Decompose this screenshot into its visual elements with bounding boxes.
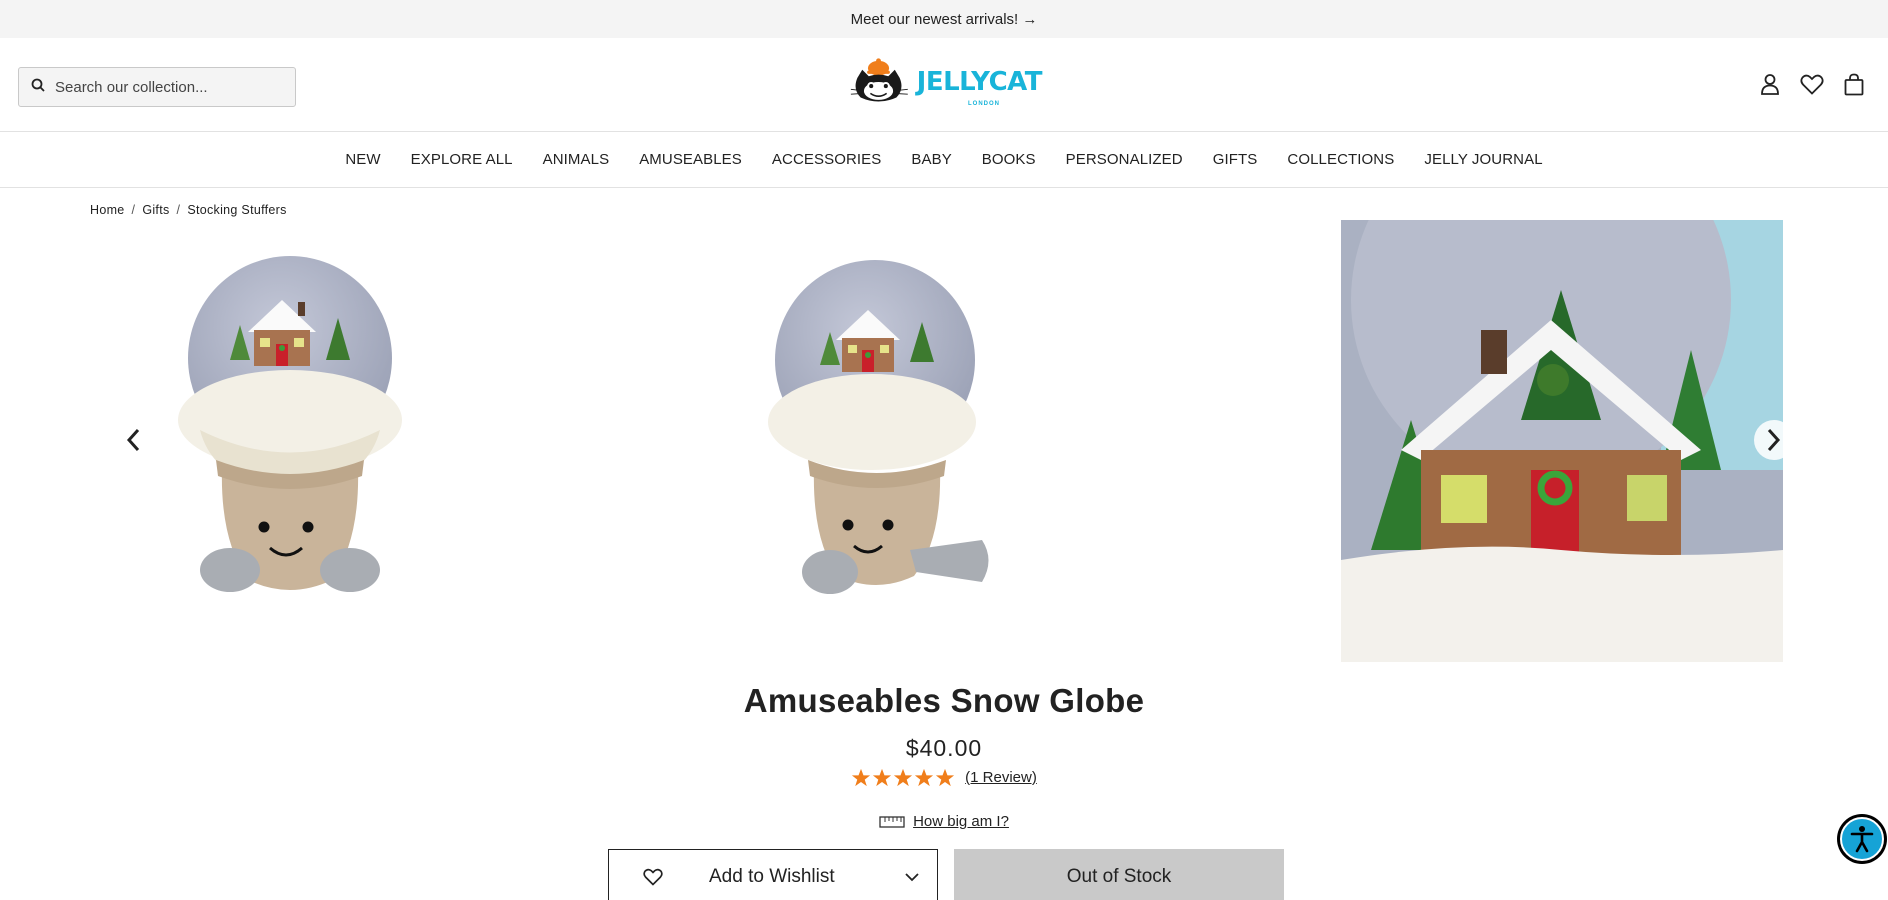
breadcrumb-separator: / xyxy=(176,203,181,217)
product-image-side[interactable] xyxy=(720,220,1162,662)
product-price: $40.00 xyxy=(905,735,983,761)
accessibility-button[interactable] xyxy=(1837,814,1887,864)
user-icon[interactable] xyxy=(1758,72,1782,96)
chevron-left-icon xyxy=(126,428,140,452)
reviews-link[interactable]: (1 Review) xyxy=(965,769,1037,786)
site-header: JELLYCAT LONDON xyxy=(0,38,1888,132)
nav-item-baby[interactable]: BABY xyxy=(896,151,966,168)
main-nav: NEW EXPLORE ALL ANIMALS AMUSEABLES ACCES… xyxy=(0,132,1888,188)
header-icons xyxy=(1758,72,1866,96)
breadcrumb: Home / Gifts / Stocking Stuffers xyxy=(90,203,287,217)
gallery-next-button[interactable] xyxy=(1754,420,1794,460)
star-icon xyxy=(852,768,871,787)
cat-logo-icon xyxy=(850,58,908,102)
star-icon xyxy=(915,768,934,787)
breadcrumb-stocking-stuffers[interactable]: Stocking Stuffers xyxy=(187,203,286,217)
star-rating[interactable] xyxy=(851,768,955,787)
logo-wordmark: JELLYCAT xyxy=(916,67,1043,97)
nav-item-gifts[interactable]: GIFTS xyxy=(1198,151,1273,168)
nav-item-animals[interactable]: ANIMALS xyxy=(528,151,625,168)
accessibility-icon xyxy=(1840,817,1884,861)
jellycat-logo[interactable]: JELLYCAT LONDON xyxy=(846,49,1043,115)
product-image-front[interactable] xyxy=(130,220,572,662)
announcement-bar[interactable]: Meet our newest arrivals! → xyxy=(0,0,1888,38)
size-guide: How big am I? xyxy=(0,813,1888,830)
nav-item-accessories[interactable]: ACCESSORIES xyxy=(757,151,896,168)
product-rating: (1 Review) xyxy=(0,768,1888,787)
heart-icon[interactable] xyxy=(1800,72,1824,96)
breadcrumb-separator: / xyxy=(131,203,136,217)
wishlist-label: Add to Wishlist xyxy=(709,866,835,887)
star-icon xyxy=(894,768,913,787)
search-input[interactable] xyxy=(55,78,285,96)
breadcrumb-home[interactable]: Home xyxy=(90,203,125,217)
out-of-stock-button[interactable]: Out of Stock xyxy=(954,849,1284,900)
ruler-icon xyxy=(879,815,905,828)
search-icon xyxy=(31,78,45,97)
add-to-wishlist-button[interactable]: Add to Wishlist xyxy=(608,849,938,900)
size-guide-link[interactable]: How big am I? xyxy=(913,813,1009,830)
star-icon xyxy=(936,768,955,787)
chevron-down-icon xyxy=(905,872,919,881)
nav-item-new[interactable]: NEW xyxy=(330,151,395,168)
chevron-right-icon xyxy=(1767,428,1781,452)
product-image-closeup[interactable] xyxy=(1341,110,1783,662)
heart-icon xyxy=(643,868,663,886)
nav-item-amuseables[interactable]: AMUSEABLES xyxy=(624,151,757,168)
nav-item-collections[interactable]: COLLECTIONS xyxy=(1272,151,1409,168)
nav-item-explore-all[interactable]: EXPLORE ALL xyxy=(396,151,528,168)
search-box[interactable] xyxy=(18,67,296,107)
nav-item-jelly-journal[interactable]: JELLY JOURNAL xyxy=(1409,151,1557,168)
bag-icon[interactable] xyxy=(1842,72,1866,96)
nav-item-personalized[interactable]: PERSONALIZED xyxy=(1051,151,1198,168)
star-icon xyxy=(873,768,892,787)
logo-subtitle: LONDON xyxy=(968,101,1000,107)
breadcrumb-gifts[interactable]: Gifts xyxy=(142,203,169,217)
announcement-text[interactable]: Meet our newest arrivals! → xyxy=(851,11,1038,28)
product-title: Amuseables Snow Globe xyxy=(743,682,1145,719)
gallery-prev-button[interactable] xyxy=(113,420,153,460)
nav-item-books[interactable]: BOOKS xyxy=(967,151,1051,168)
product-gallery xyxy=(0,110,1888,662)
